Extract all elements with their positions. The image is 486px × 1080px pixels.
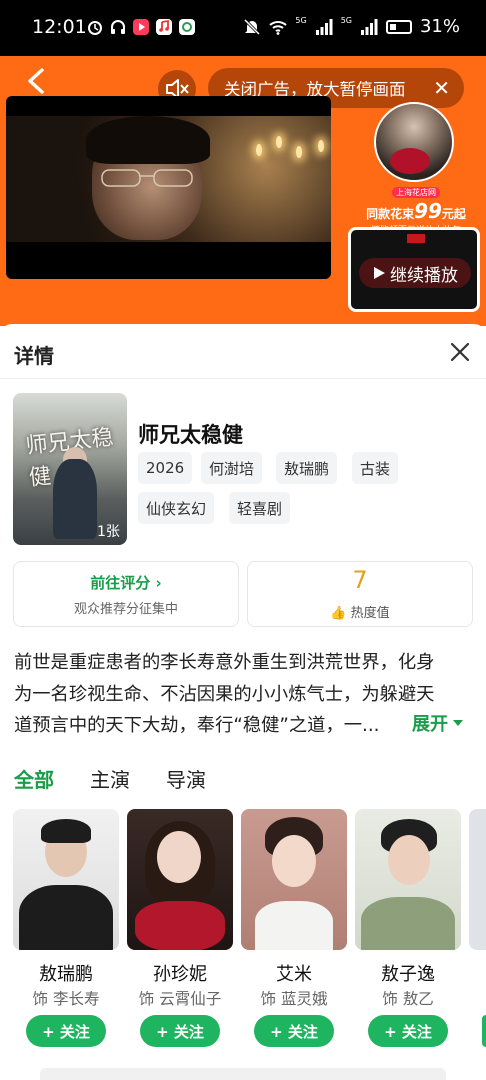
poster-image-count: 1张 (97, 524, 120, 540)
heat-card: 7 👍 热度值 (247, 561, 473, 627)
heat-value: 7 (352, 566, 368, 594)
cast-name: 孙珍妮 (153, 964, 207, 985)
cast-role: 饰 李长寿 (32, 990, 100, 1008)
candle-light (296, 146, 302, 158)
tag-genre[interactable]: 仙侠玄幻 (138, 492, 215, 524)
signal-icon (360, 18, 378, 35)
rate-title: 前往评分 › (90, 574, 162, 592)
thumb-icon: 👍 (330, 606, 347, 621)
rating-card[interactable]: 前往评分 › 观众推荐分征集中 (13, 561, 239, 627)
photo-face (272, 835, 316, 887)
alarm-icon (88, 21, 102, 35)
continue-play-label-wrap: 继续播放 (359, 258, 471, 288)
show-poster[interactable]: 师兄太稳健 1张 (13, 393, 127, 545)
continue-play-button[interactable]: 继续播放 (348, 227, 480, 312)
mute-icon (244, 18, 261, 35)
ad-price-line: 同款花束99元起 (366, 199, 466, 223)
cast-photo (241, 809, 347, 950)
triangle-down-icon (453, 720, 463, 726)
synopsis-line: 为一名珍视生命、不沾因果的小小炼气士，为躲避天 (14, 683, 435, 705)
close-icon: ✕ (433, 76, 450, 100)
cast-photo (127, 809, 233, 950)
synopsis: 前世是重症患者的李长寿意外重生到洪荒世界，化身 为一名珍视生命、不沾因果的小小炼… (14, 647, 476, 742)
cast-name: 敖子逸 (381, 964, 435, 985)
signal-icon (315, 18, 333, 35)
headphones-icon (111, 20, 125, 34)
bottom-bar-edge (40, 1068, 446, 1080)
follow-button[interactable]: + 关注 (26, 1015, 106, 1047)
photo-body (19, 885, 113, 950)
cast-card-peek[interactable] (469, 809, 486, 950)
video-thumbnail-tag (407, 234, 425, 243)
expand-button[interactable]: 展开 (412, 710, 464, 736)
cast-name: 艾米 (276, 964, 312, 985)
battery-icon (385, 19, 412, 34)
signal-label: 5G (340, 16, 352, 25)
ad-flower-image[interactable] (374, 102, 454, 182)
tag-genre[interactable]: 轻喜剧 (229, 492, 291, 524)
play-icon (374, 267, 385, 279)
poster-figure (53, 459, 97, 539)
video-player[interactable] (6, 96, 331, 279)
photo-body (361, 897, 455, 950)
sheet-title: 详情 (14, 344, 54, 368)
show-title: 师兄太稳健 (138, 423, 243, 447)
follow-button[interactable]: + 关注 (368, 1015, 448, 1047)
status-time: 12:01 (32, 16, 87, 38)
synopsis-line: 前世是重症患者的李长寿意外重生到洪荒世界，化身 (14, 652, 435, 673)
photo-hair (41, 819, 91, 843)
expand-label: 展开 (412, 714, 448, 735)
follow-button-peek[interactable] (482, 1015, 486, 1047)
cast-role: 饰 蓝灵娥 (260, 990, 328, 1008)
cast-role: 饰 云霄仙子 (138, 990, 222, 1008)
status-bar: 12:01 5G 5G 31% (0, 0, 486, 56)
candle-light (256, 144, 262, 156)
cast-name: 敖瑞鹏 (39, 964, 93, 985)
battery-percent: 31% (419, 16, 460, 37)
actor-hair (86, 116, 210, 164)
tag-genre[interactable]: 古装 (352, 452, 399, 484)
candle-light (276, 136, 282, 148)
tag-actor[interactable]: 敖瑞鹏 (276, 452, 338, 484)
cast-photo (355, 809, 461, 950)
status-system-icons: 5G 5G 31% (243, 16, 460, 37)
wifi-icon (269, 20, 288, 35)
photo-roses (135, 901, 225, 950)
detail-sheet: 详情 师兄太稳健 1张 师兄太稳健 2026 何澍培 敖瑞鹏 古装 仙侠玄幻 轻… (0, 324, 486, 1080)
video-frame (6, 116, 331, 242)
video-area: 关闭广告，放大暂停画面 ✕ 上海花店网 同款花束99元起 还能领百元送礼大礼包 … (0, 56, 486, 326)
tab-all[interactable]: 全部 (14, 764, 54, 793)
back-arrow-icon[interactable] (22, 66, 52, 96)
close-icon[interactable] (448, 340, 472, 364)
candle-light (318, 140, 324, 152)
continue-play-label: 继续播放 (390, 265, 458, 286)
heat-label: 👍 热度值 (330, 606, 390, 621)
tag-director[interactable]: 何澍培 (201, 452, 263, 484)
video-app-icon (133, 19, 149, 35)
signal-label: 5G (295, 16, 307, 25)
music-app-icon (156, 19, 172, 35)
follow-button[interactable]: + 关注 (140, 1015, 220, 1047)
rate-subtitle: 观众推荐分征集中 (73, 602, 178, 617)
photo-body (255, 901, 333, 950)
divider (0, 378, 486, 379)
cast-role: 饰 敖乙 (382, 990, 434, 1008)
status-app-icons (86, 18, 196, 36)
rose-bouquet (390, 148, 430, 174)
follow-button[interactable]: + 关注 (254, 1015, 334, 1047)
tag-year[interactable]: 2026 (138, 452, 193, 484)
photo-face (388, 835, 430, 885)
photo-face (157, 831, 201, 883)
tab-leads[interactable]: 主演 (90, 764, 130, 793)
tencent-app-icon (179, 19, 195, 35)
tab-director[interactable]: 导演 (166, 764, 206, 793)
synopsis-line: 道预言中的天下大劫，奉行“稳健”之道，一... (14, 715, 380, 736)
ad-badge: 上海花店网 (392, 187, 440, 198)
glasses-icon (101, 169, 193, 187)
cast-photo (13, 809, 119, 950)
